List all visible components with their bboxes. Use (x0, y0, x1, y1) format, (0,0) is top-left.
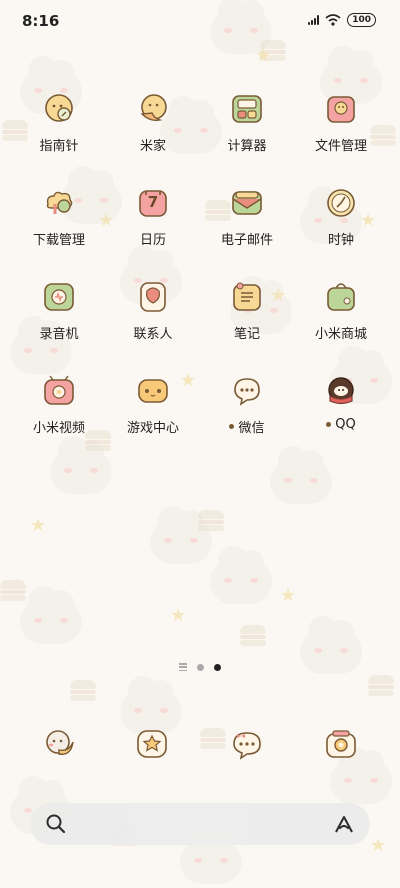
messages-icon[interactable] (229, 726, 265, 762)
app-label: 微信 (238, 421, 265, 436)
app-contacts[interactable]: 联系人 (103, 280, 203, 370)
signal-icon (308, 15, 320, 25)
battery-indicator: 100 (347, 13, 376, 27)
page-dot-active (214, 663, 221, 671)
app-calculator[interactable]: 计算器 (197, 92, 297, 182)
game-center-icon (136, 374, 170, 408)
wallpaper-star: ★ (280, 585, 297, 606)
wallpaper-star: ★ (255, 45, 272, 66)
calendar-icon: 7 (136, 186, 170, 220)
status-bar: 8:16 100 (0, 0, 400, 40)
wechat-icon (230, 374, 264, 408)
phone-icon[interactable] (41, 726, 77, 762)
app-label: 时钟 (327, 233, 354, 248)
wallpaper-star: ★ (370, 835, 387, 856)
page-indicator[interactable] (0, 663, 400, 671)
wallpaper-cloud (210, 546, 272, 604)
compass-icon (42, 92, 76, 126)
wallpaper-cloud (180, 826, 242, 884)
wallpaper-burger (0, 580, 26, 602)
wallpaper-burger (368, 675, 394, 697)
app-compass[interactable]: 指南针 (9, 92, 109, 182)
app-label: 文件管理 (314, 139, 367, 154)
app-drawer-indicator-icon (179, 663, 187, 671)
mi-video-icon (42, 374, 76, 408)
app-label: 下载管理 (32, 233, 85, 248)
ai-assistant-icon[interactable] (333, 813, 355, 835)
app-clock[interactable]: 时钟 (291, 186, 391, 276)
app-qq[interactable]: QQ (291, 374, 391, 464)
app-recorder[interactable]: 录音机 (9, 280, 109, 370)
app-label: 米家 (139, 139, 166, 154)
app-calendar[interactable]: 7 日历 (103, 186, 203, 276)
file-manager-icon (324, 92, 358, 126)
dock (0, 726, 400, 770)
app-label: 小米视频 (32, 421, 85, 436)
app-mijia[interactable]: 米家 (103, 92, 203, 182)
app-download-manager[interactable]: 下载管理 (9, 186, 109, 276)
download-manager-icon (42, 186, 76, 220)
wallpaper-burger (240, 625, 266, 647)
app-mi-video[interactable]: 小米视频 (9, 374, 109, 464)
camera-icon[interactable] (323, 726, 359, 762)
new-item-dot (326, 422, 332, 427)
wallpaper-cloud (20, 586, 82, 644)
app-label: 联系人 (133, 327, 173, 342)
app-label: 录音机 (39, 327, 79, 342)
app-label: 电子邮件 (220, 233, 273, 248)
search-icon[interactable] (45, 813, 67, 835)
email-icon (230, 186, 264, 220)
wifi-icon (325, 14, 341, 26)
page-dot (197, 663, 204, 671)
gallery-icon[interactable] (134, 726, 170, 762)
wallpaper-burger (198, 510, 224, 532)
app-wechat[interactable]: 微信 (197, 374, 297, 464)
contacts-icon (136, 280, 170, 314)
clock-icon (324, 186, 358, 220)
calendar-day: 7 (147, 193, 159, 211)
app-notes[interactable]: 笔记 (197, 280, 297, 370)
notes-icon (230, 280, 264, 314)
mijia-icon (136, 92, 170, 126)
app-email[interactable]: 电子邮件 (197, 186, 297, 276)
app-label: 小米商城 (314, 327, 367, 342)
app-file-manager[interactable]: 文件管理 (291, 92, 391, 182)
search-bar[interactable] (30, 803, 370, 845)
app-label: QQ (335, 417, 356, 432)
calculator-icon (230, 92, 264, 126)
app-label: 游戏中心 (126, 421, 179, 436)
app-label: 计算器 (227, 139, 267, 154)
status-icons: 100 (308, 13, 376, 27)
new-item-dot (229, 424, 235, 429)
wallpaper-star: ★ (170, 605, 187, 626)
app-game-center[interactable]: 游戏中心 (103, 374, 203, 464)
app-label: 笔记 (233, 327, 260, 342)
app-label: 日历 (139, 233, 166, 248)
app-label: 指南针 (39, 139, 79, 154)
app-mi-store[interactable]: 小米商城 (291, 280, 391, 370)
wallpaper-cloud (270, 446, 332, 504)
mi-store-icon (324, 280, 358, 314)
qq-icon (324, 374, 358, 408)
status-time: 8:16 (22, 12, 60, 30)
recorder-icon (42, 280, 76, 314)
wallpaper-burger (70, 680, 96, 702)
wallpaper-star: ★ (30, 515, 47, 536)
